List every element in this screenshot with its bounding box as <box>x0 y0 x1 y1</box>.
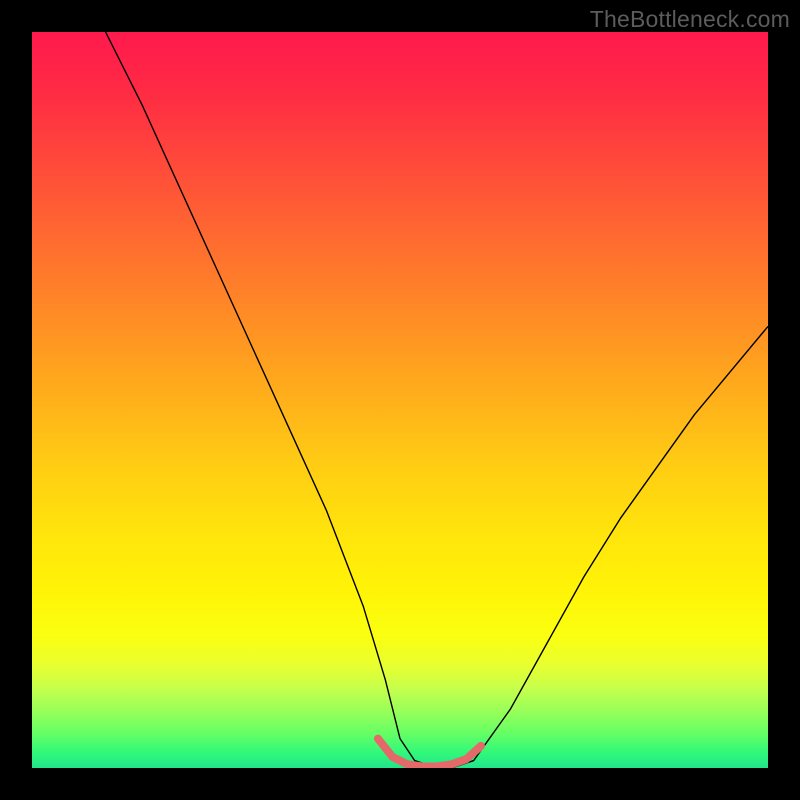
chart-svg <box>32 32 768 768</box>
bottleneck-curve <box>106 32 768 768</box>
chart-plot-area <box>32 32 768 768</box>
watermark-text: TheBottleneck.com <box>590 6 790 33</box>
optimal-band <box>378 739 481 767</box>
chart-frame: TheBottleneck.com <box>0 0 800 800</box>
